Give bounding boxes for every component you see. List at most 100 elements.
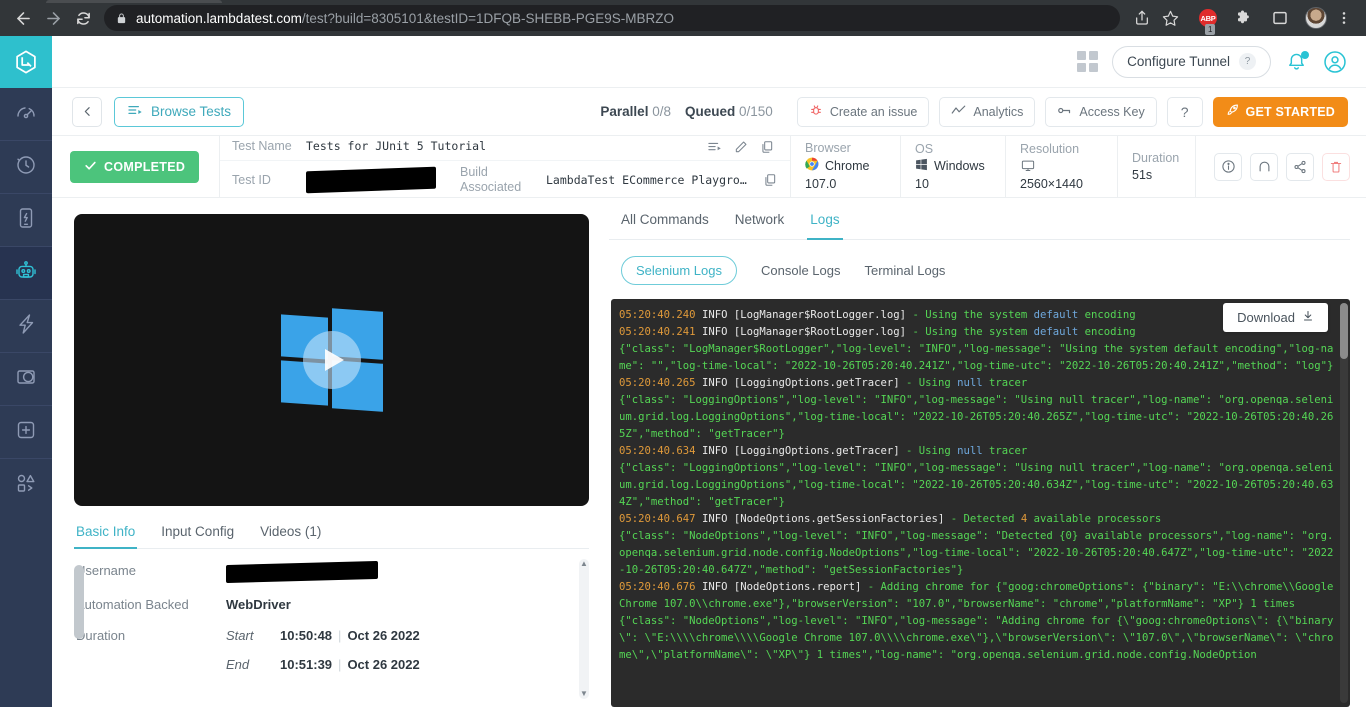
puzzle-icon[interactable] xyxy=(1230,4,1258,32)
tab-logs[interactable]: Logs xyxy=(810,212,839,239)
video-player[interactable] xyxy=(74,214,589,506)
access-key-button[interactable]: Access Key xyxy=(1045,97,1156,127)
side-panel-icon[interactable] xyxy=(1266,4,1294,32)
copy-icon[interactable] xyxy=(763,173,777,187)
sidebar-item-realtime[interactable] xyxy=(0,141,52,194)
os-cell: OS Windows 10 xyxy=(900,136,1005,197)
end-date: Oct 26 2022 xyxy=(347,657,419,672)
chip-selenium-logs[interactable]: Selenium Logs xyxy=(621,256,737,285)
help-button[interactable]: ? xyxy=(1167,97,1203,127)
basic-info-scroll-thumb[interactable] xyxy=(74,565,84,639)
left-pane: Basic Info Input Config Videos (1) Usern… xyxy=(52,198,609,707)
bug-icon xyxy=(809,103,823,120)
lock-icon xyxy=(116,12,127,25)
browser-tab-stub[interactable] xyxy=(46,0,222,3)
trash-icon[interactable] xyxy=(1322,153,1350,181)
share-icon[interactable] xyxy=(1128,4,1156,32)
back-arrow-icon[interactable] xyxy=(8,3,38,33)
resolution-cell: Resolution 2560×1440 xyxy=(1005,136,1117,197)
sidebar-item-dashboard[interactable] xyxy=(0,88,52,141)
address-bar[interactable]: automation.lambdatest.com/test?build=830… xyxy=(104,5,1120,31)
tab-videos[interactable]: Videos (1) xyxy=(260,524,321,548)
sidebar-item-hyperexecute[interactable] xyxy=(0,300,52,353)
sidebar-item-app-testing[interactable] xyxy=(0,194,52,247)
sidebar-item-smart-visual[interactable] xyxy=(0,353,52,406)
download-logs-button[interactable]: Download xyxy=(1223,303,1328,332)
duration-cell: Duration 51s xyxy=(1117,136,1195,197)
browser-cell: Browser Chrome 107.0 xyxy=(790,136,900,197)
forward-arrow-icon[interactable] xyxy=(38,3,68,33)
parallel-label: Parallel xyxy=(600,104,648,119)
browser-value: Chrome xyxy=(825,158,869,175)
scroll-down-arrow-icon[interactable]: ▼ xyxy=(580,689,588,699)
abp-block-count: 1 xyxy=(1205,24,1215,35)
analytics-button[interactable]: Analytics xyxy=(939,97,1035,127)
chip-console-logs[interactable]: Console Logs xyxy=(761,263,841,278)
star-icon[interactable] xyxy=(1156,4,1184,32)
three-dot-menu-icon[interactable] xyxy=(1330,4,1358,32)
automation-backed-label: Automation Backed xyxy=(76,597,226,612)
lambdatest-logo[interactable] xyxy=(0,36,52,88)
tab-input-config[interactable]: Input Config xyxy=(161,524,234,548)
user-account-icon[interactable] xyxy=(1322,49,1348,75)
test-action-buttons xyxy=(1195,136,1366,197)
chart-line-icon xyxy=(951,103,966,121)
profile-avatar[interactable] xyxy=(1302,4,1330,32)
parallel-value: 0/8 xyxy=(652,104,671,119)
scroll-up-arrow-icon[interactable]: ▲ xyxy=(580,559,588,569)
test-id-label: Test ID xyxy=(232,173,296,188)
clock-icon xyxy=(14,153,38,182)
duration-row: Duration Start 10:50:48|Oct 26 2022 End … xyxy=(74,620,589,680)
play-button-overlay[interactable] xyxy=(303,331,361,389)
application-root: Configure Tunnel ? Browse Tests xyxy=(0,36,1366,707)
grid-apps-icon[interactable] xyxy=(1077,51,1098,72)
basic-info-scrollbar[interactable]: ▲ ▼ xyxy=(579,559,589,699)
start-time: 10:50:48 xyxy=(280,628,332,643)
tab-network[interactable]: Network xyxy=(735,212,785,239)
lightning-icon xyxy=(14,312,38,341)
chevron-left-icon[interactable] xyxy=(72,97,102,127)
test-name-cell: Test Name Tests for JUnit 5 Tutorial xyxy=(219,136,790,197)
start-line: Start 10:50:48|Oct 26 2022 xyxy=(226,628,420,643)
console-scroll-thumb[interactable] xyxy=(1340,303,1348,359)
pencil-icon[interactable] xyxy=(734,140,748,154)
queued-label: Queued xyxy=(685,104,735,119)
chip-terminal-logs[interactable]: Terminal Logs xyxy=(865,263,946,278)
parallel-counter: Parallel 0/8 xyxy=(600,104,671,119)
sidebar-item-automation[interactable] xyxy=(0,247,52,300)
info-circle-icon[interactable] xyxy=(1214,153,1242,181)
browse-tests-button[interactable]: Browse Tests xyxy=(114,97,244,127)
monitor-icon xyxy=(1020,158,1103,176)
tab-all-commands[interactable]: All Commands xyxy=(621,212,709,239)
duration-label: Duration xyxy=(1132,150,1181,167)
tab-basic-info[interactable]: Basic Info xyxy=(76,524,135,548)
toolbar-actions: Parallel 0/8 Queued 0/150 Create an issu… xyxy=(600,97,1348,127)
sidebar-item-developer[interactable] xyxy=(0,459,52,512)
end-label: End xyxy=(226,657,264,672)
create-issue-label: Create an issue xyxy=(830,105,918,119)
reload-icon[interactable] xyxy=(68,3,98,33)
intersect-icon[interactable] xyxy=(1250,153,1278,181)
copy-icon[interactable] xyxy=(760,140,774,154)
left-navigation-rail xyxy=(0,36,52,707)
console-scrollbar[interactable] xyxy=(1340,303,1348,703)
list-play-icon[interactable] xyxy=(707,139,722,154)
tunnel-help-icon[interactable]: ? xyxy=(1239,53,1256,70)
analytics-label: Analytics xyxy=(973,105,1023,119)
sidebar-item-add-integration[interactable] xyxy=(0,406,52,459)
resolution-value: 2560×1440 xyxy=(1020,176,1103,193)
browser-chrome-bar: automation.lambdatest.com/test?build=830… xyxy=(0,0,1366,36)
configure-tunnel-button[interactable]: Configure Tunnel ? xyxy=(1112,46,1271,78)
create-issue-button[interactable]: Create an issue xyxy=(797,97,930,127)
end-time: 10:51:39 xyxy=(280,657,332,672)
queued-counter: Queued 0/150 xyxy=(685,104,773,119)
username-row: Username xyxy=(74,555,589,589)
adblock-plus-icon[interactable]: ABP 1 xyxy=(1194,4,1222,32)
build-associated-label: Build Associated xyxy=(460,165,536,195)
basic-info-table: Username Automation Backed WebDriver Dur… xyxy=(74,549,589,707)
test-name-label: Test Name xyxy=(232,138,296,155)
get-started-button[interactable]: GET STARTED xyxy=(1213,97,1348,127)
share-arrow-icon[interactable] xyxy=(1286,153,1314,181)
log-console[interactable]: 05:20:40.240 INFO [LogManager$RootLogger… xyxy=(611,299,1350,707)
notification-bell-icon[interactable] xyxy=(1285,50,1308,73)
